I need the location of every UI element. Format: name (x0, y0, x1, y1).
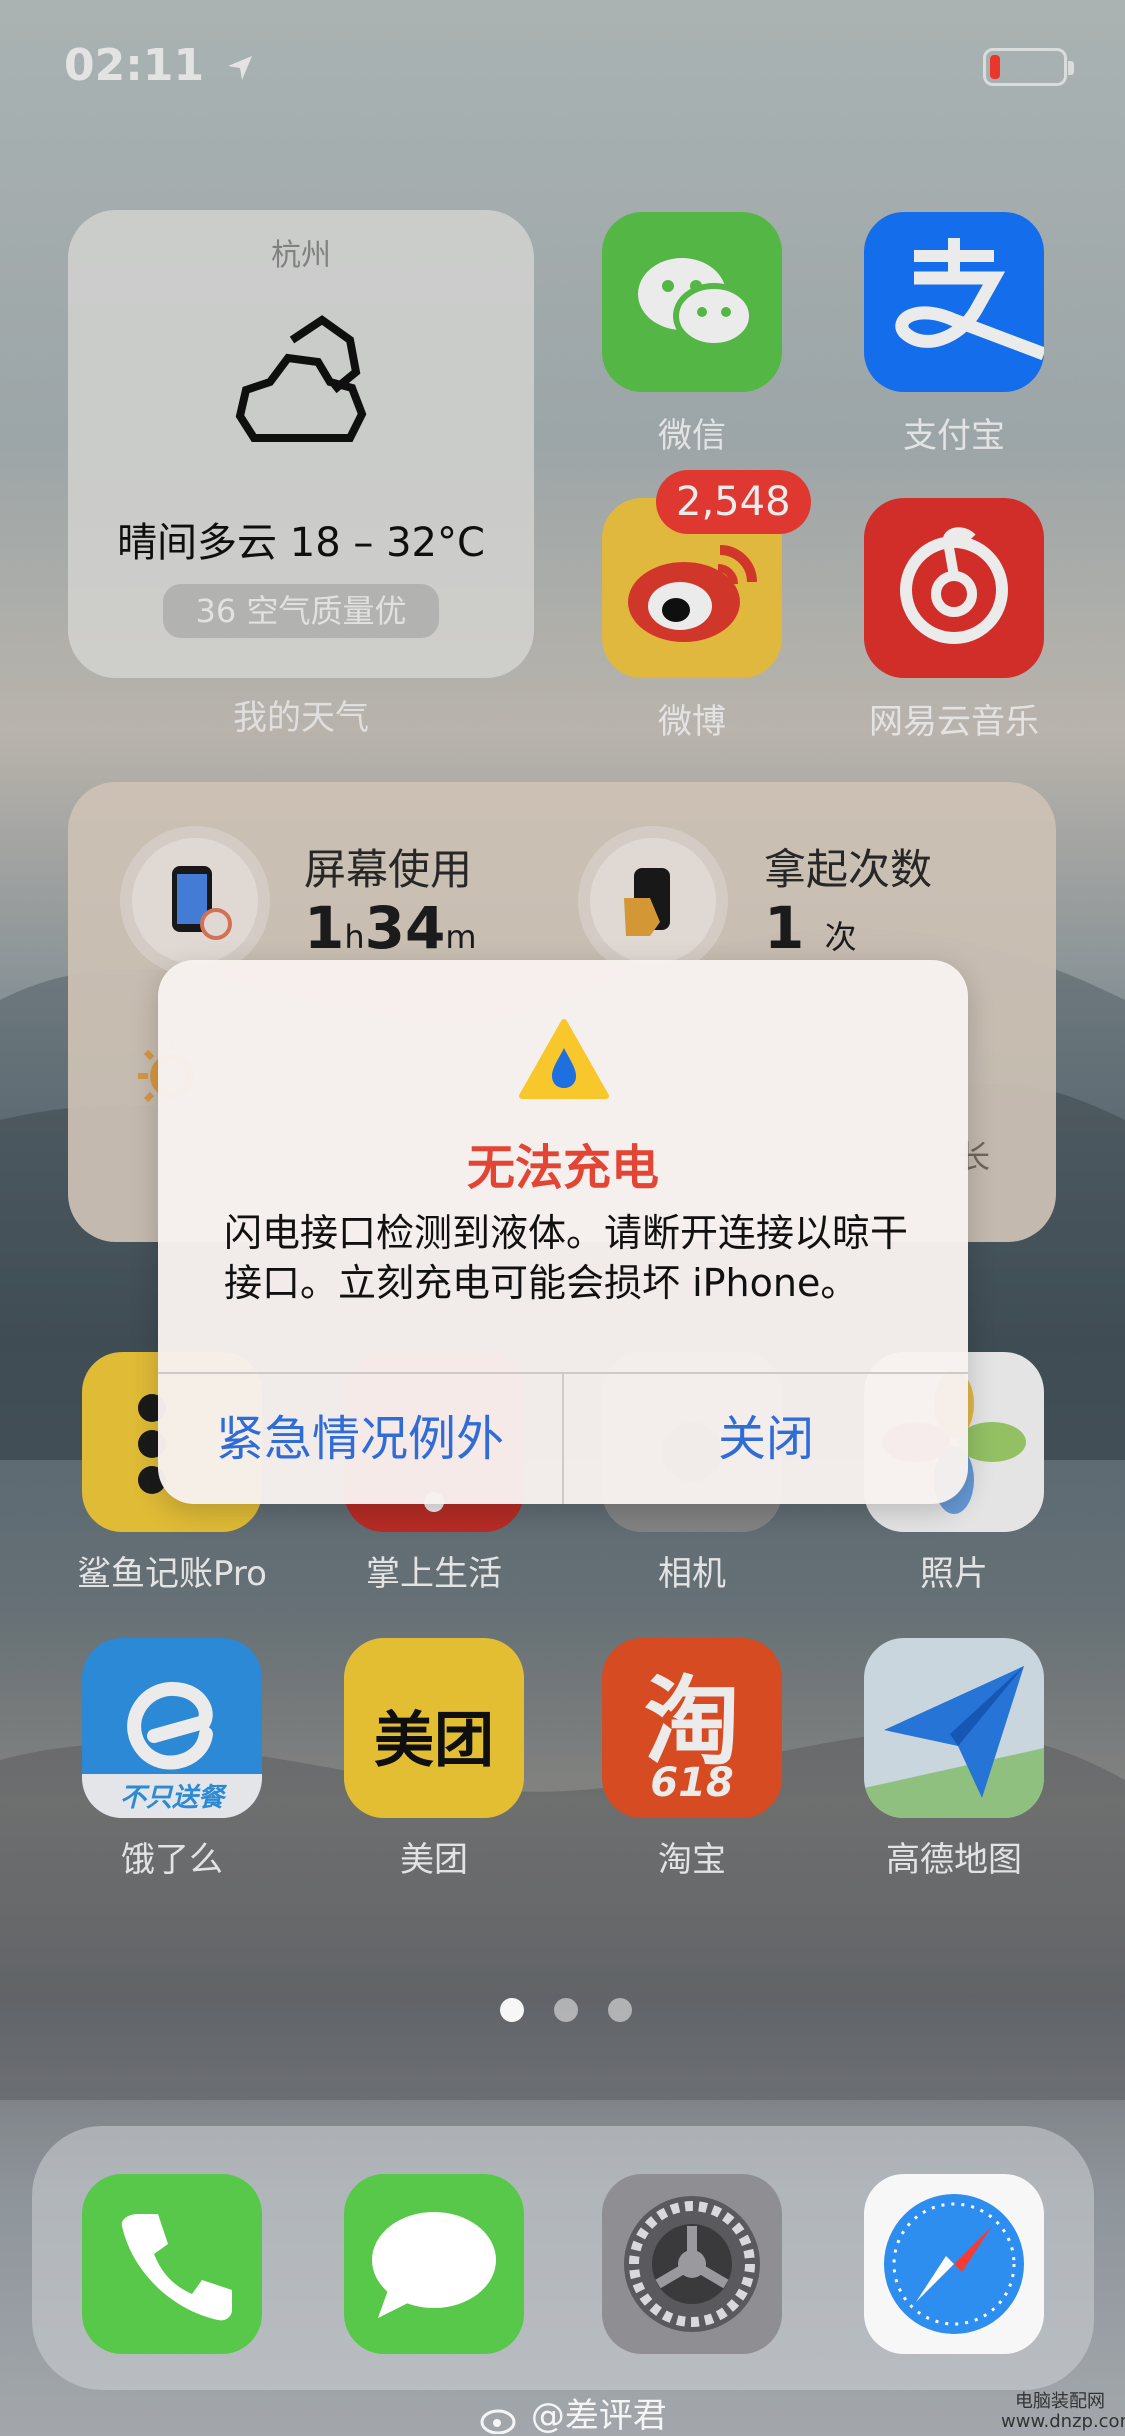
safari-icon (884, 2194, 1024, 2334)
dismiss-button[interactable]: 关闭 (564, 1374, 968, 1504)
dock (32, 2126, 1094, 2390)
weibo-watermark: @差评君 (480, 2388, 667, 2436)
dock-safari[interactable] (864, 2174, 1044, 2354)
dock-phone[interactable] (82, 2174, 262, 2354)
cannot-charge-alert: 无法充电 闪电接口检测到液体。请断开连接以晾干接口。立刻充电可能会损坏 iPho… (158, 960, 968, 1504)
page-dot-2[interactable] (554, 1998, 578, 2022)
page-indicator[interactable] (500, 1998, 640, 2026)
site-watermark: 电脑装配网 www.dnzp.com (1001, 2391, 1125, 2432)
emergency-override-button[interactable]: 紧急情况例外 (158, 1374, 562, 1504)
messages-icon (372, 2212, 496, 2318)
alert-title: 无法充电 (466, 1140, 659, 1196)
dock-messages[interactable] (344, 2174, 524, 2354)
dock-settings[interactable] (602, 2174, 782, 2354)
alert-message: 闪电接口检测到液体。请断开连接以晾干接口。立刻充电可能会损坏 iPhone。 (224, 1211, 909, 1305)
page-dot-3[interactable] (608, 1998, 632, 2022)
liquid-warning-icon (519, 1019, 609, 1099)
settings-icon (624, 2196, 760, 2332)
weibo-small-icon (480, 2409, 516, 2434)
page-dot-1[interactable] (500, 1998, 524, 2022)
phone-icon (121, 2214, 232, 2321)
